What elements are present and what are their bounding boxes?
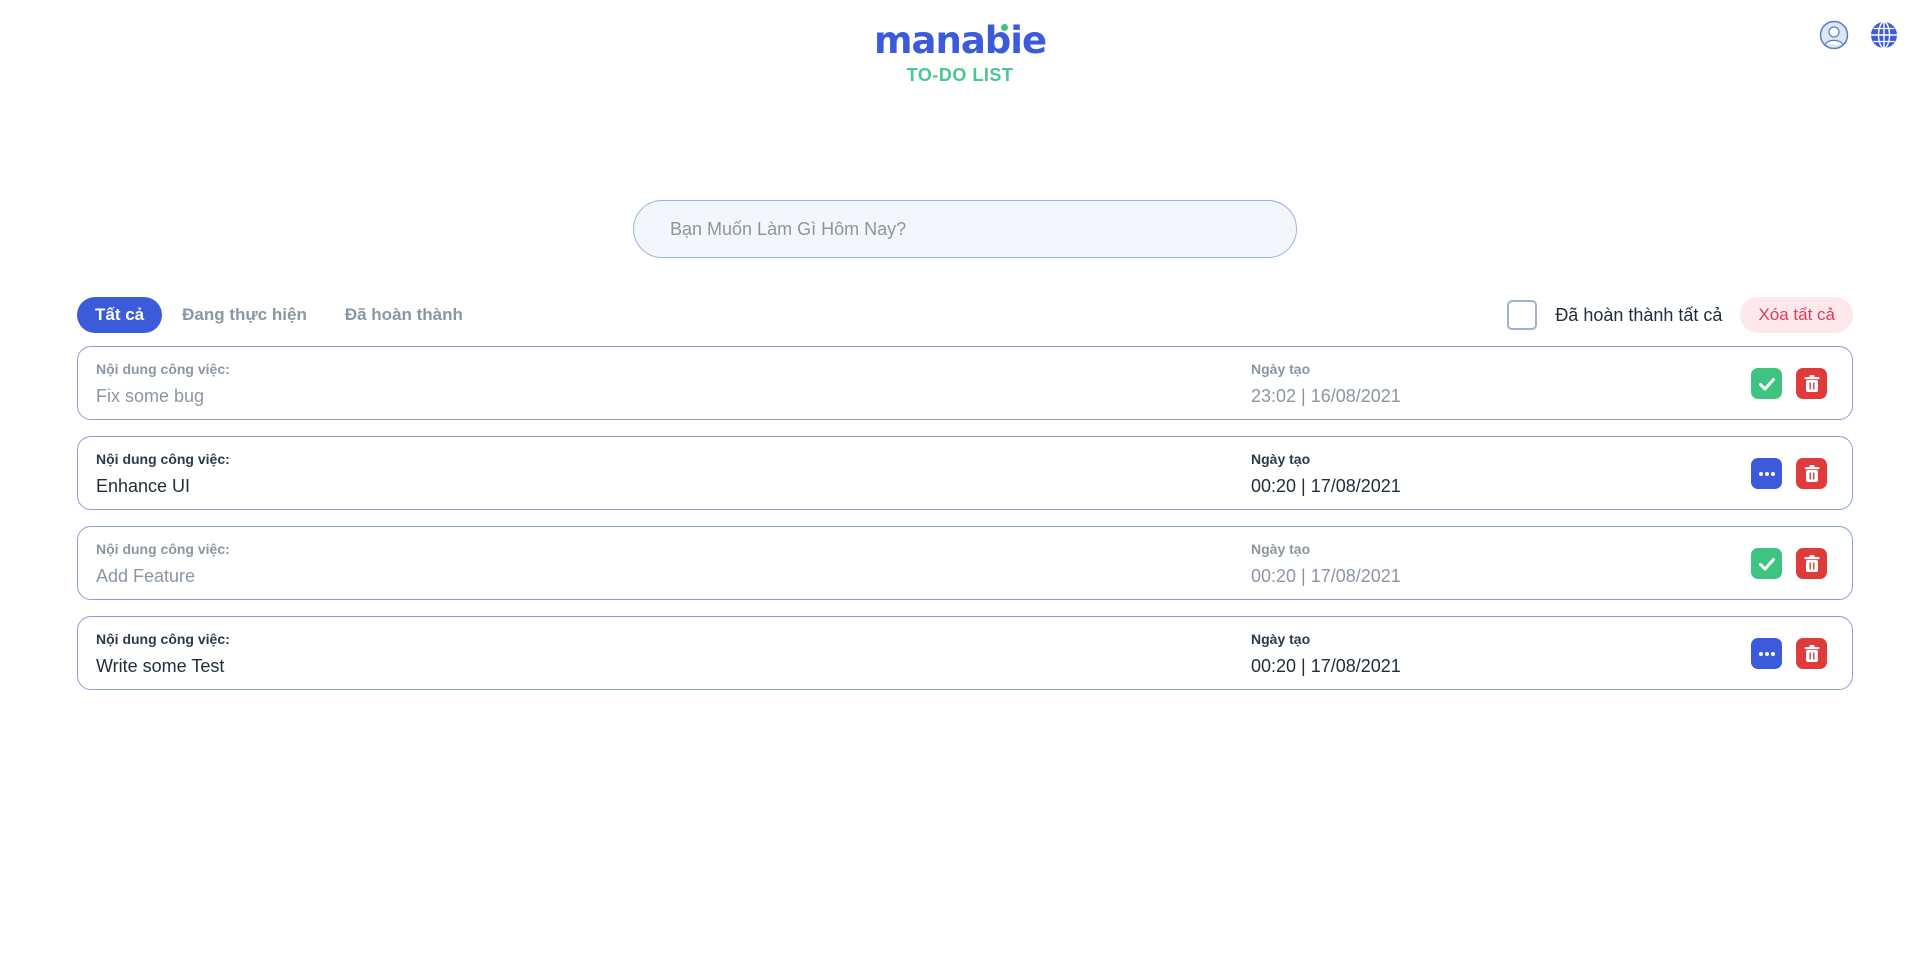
item-actions bbox=[1751, 368, 1827, 399]
bulk-actions: Đã hoàn thành tất cả Xóa tất cả bbox=[1507, 297, 1853, 333]
task-input[interactable] bbox=[633, 200, 1297, 258]
item-actions bbox=[1751, 458, 1827, 489]
header-icons bbox=[1818, 19, 1900, 51]
more-dots-icon[interactable] bbox=[1751, 638, 1782, 669]
todo-content[interactable]: Write some Test bbox=[96, 656, 224, 677]
todo-item: Nội dung công việc: Fix some bug Ngày tạ… bbox=[77, 346, 1853, 420]
date-label: Ngày tạo bbox=[1251, 451, 1311, 467]
todo-date: 00:20 | 17/08/2021 bbox=[1251, 566, 1401, 586]
date-label: Ngày tạo bbox=[1251, 361, 1311, 377]
clear-all-button[interactable]: Xóa tất cả bbox=[1740, 297, 1853, 333]
todo-date: 00:20 | 17/08/2021 bbox=[1251, 476, 1401, 496]
complete-check-icon[interactable] bbox=[1751, 548, 1782, 579]
user-avatar-icon[interactable] bbox=[1818, 19, 1850, 51]
trash-icon[interactable] bbox=[1796, 458, 1827, 489]
globe-icon[interactable] bbox=[1868, 19, 1900, 51]
more-dots-icon[interactable] bbox=[1751, 458, 1782, 489]
manabie-logo: manabie bbox=[873, 18, 1047, 64]
content-label: Nội dung công việc: bbox=[96, 541, 230, 557]
tab-completed[interactable]: Đã hoàn thành bbox=[327, 297, 481, 333]
complete-all-label: Đã hoàn thành tất cả bbox=[1555, 304, 1723, 325]
tab-all[interactable]: Tất cả bbox=[77, 297, 163, 333]
todo-item: Nội dung công việc: Add Feature Ngày tạo… bbox=[77, 526, 1853, 600]
complete-check-icon[interactable] bbox=[1751, 368, 1782, 399]
todo-content[interactable]: Fix some bug bbox=[96, 386, 204, 407]
todo-list: Nội dung công việc: Fix some bug Ngày tạ… bbox=[77, 346, 1853, 706]
todo-toolbar: Tất cả Đang thực hiện Đã hoàn thành Đã h… bbox=[77, 296, 1853, 334]
item-actions bbox=[1751, 638, 1827, 669]
content-label: Nội dung công việc: bbox=[96, 631, 230, 647]
content-label: Nội dung công việc: bbox=[96, 451, 230, 467]
search-container bbox=[633, 200, 1297, 258]
todo-item: Nội dung công việc: Write some Test Ngày… bbox=[77, 616, 1853, 690]
complete-all-checkbox[interactable] bbox=[1507, 300, 1538, 330]
trash-icon[interactable] bbox=[1796, 638, 1827, 669]
content-label: Nội dung công việc: bbox=[96, 361, 230, 377]
trash-icon[interactable] bbox=[1796, 368, 1827, 399]
item-actions bbox=[1751, 548, 1827, 579]
tab-active[interactable]: Đang thực hiện bbox=[164, 297, 325, 333]
todo-item: Nội dung công việc: Enhance UI Ngày tạo … bbox=[77, 436, 1853, 510]
page-subtitle: TO-DO LIST bbox=[906, 65, 1014, 85]
date-label: Ngày tạo bbox=[1251, 541, 1311, 557]
date-label: Ngày tạo bbox=[1251, 631, 1311, 647]
todo-date: 00:20 | 17/08/2021 bbox=[1251, 656, 1401, 676]
logo-dot bbox=[1000, 24, 1008, 31]
filter-tabs: Tất cả Đang thực hiện Đã hoàn thành bbox=[77, 297, 481, 333]
todo-content[interactable]: Add Feature bbox=[96, 566, 195, 587]
app-header: manabie TO-DO LIST bbox=[0, 18, 1920, 86]
logo-text: manabie bbox=[873, 19, 1047, 62]
todo-content[interactable]: Enhance UI bbox=[96, 476, 190, 497]
trash-icon[interactable] bbox=[1796, 548, 1827, 579]
todo-date: 23:02 | 16/08/2021 bbox=[1251, 386, 1401, 406]
